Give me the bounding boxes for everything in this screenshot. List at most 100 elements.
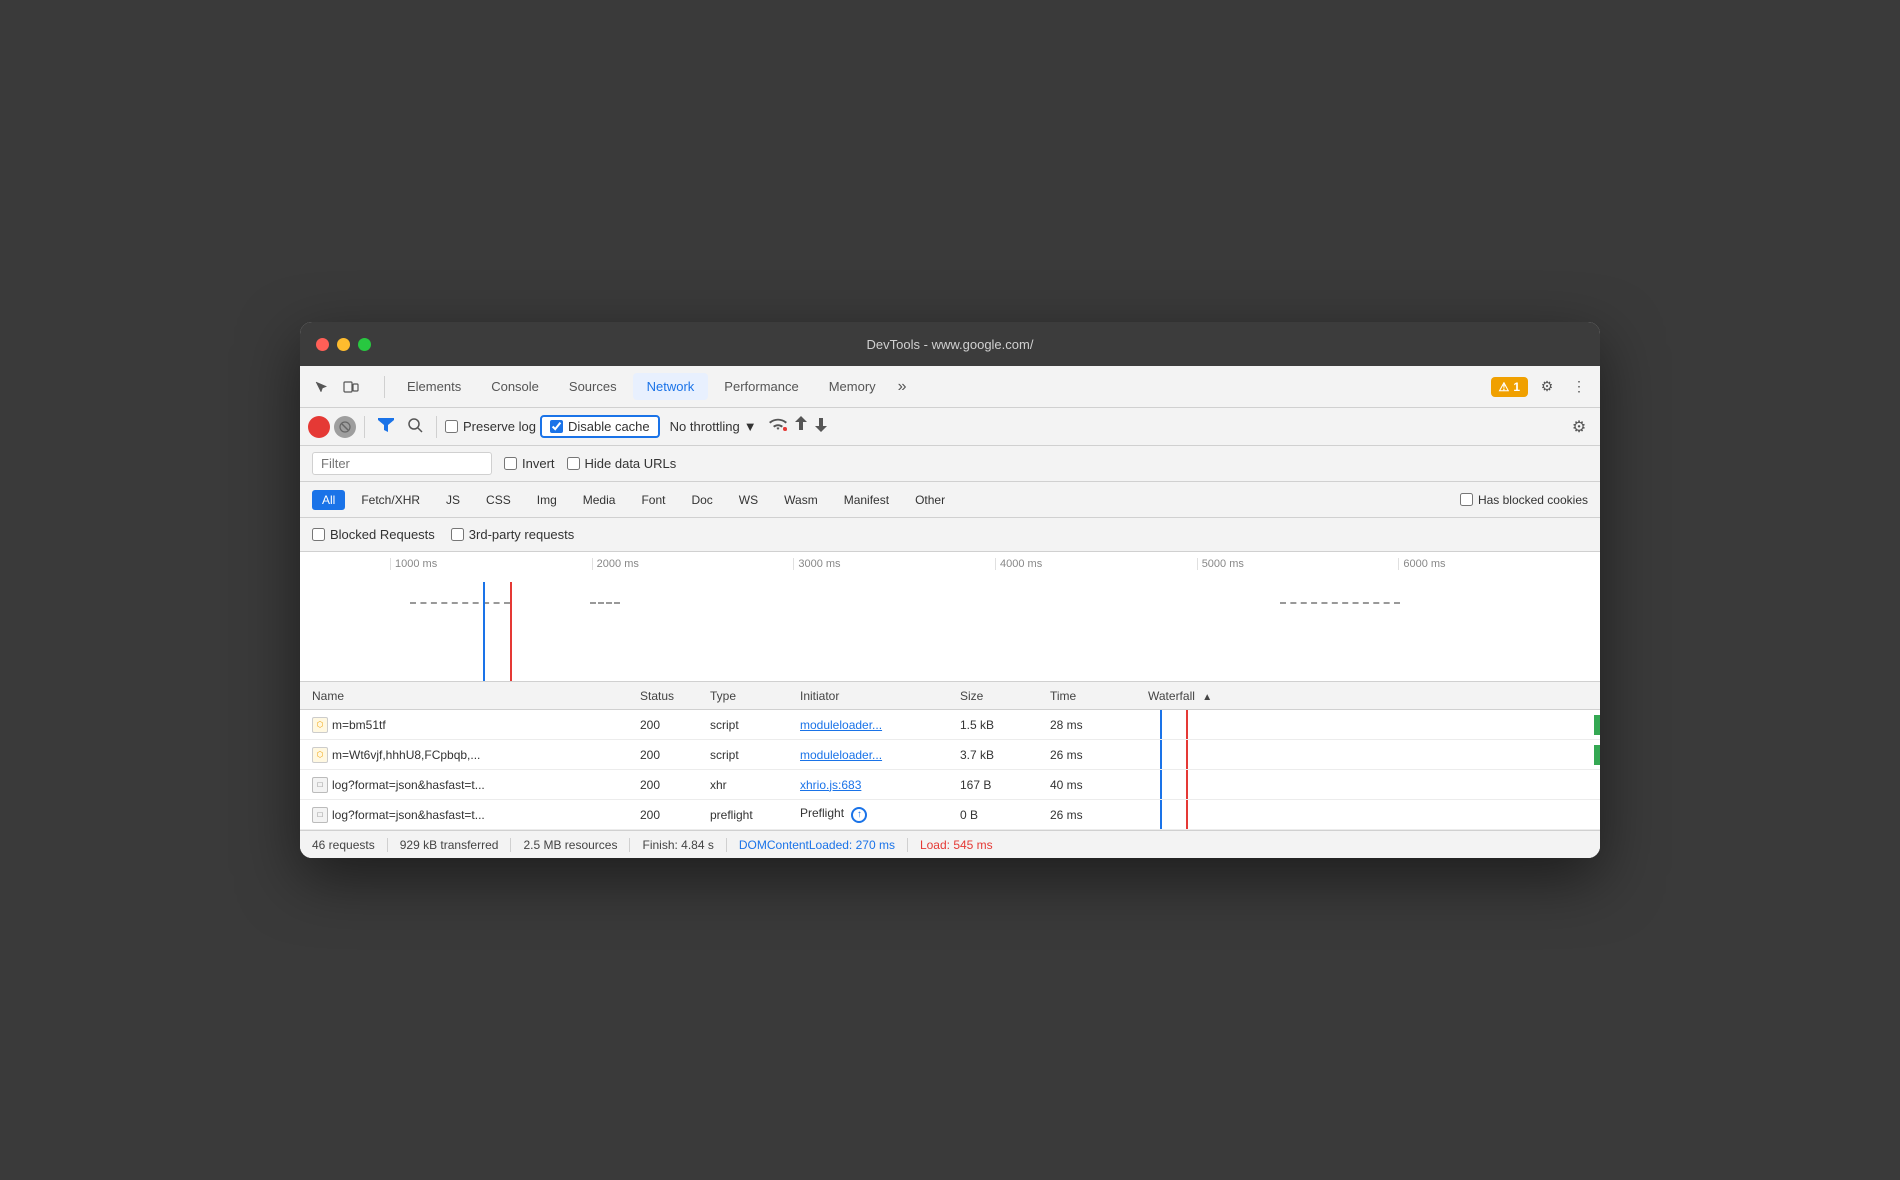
tab-performance[interactable]: Performance (710, 373, 812, 400)
dashed-line-3 (1280, 602, 1400, 604)
row-name-2: ⬡ m=Wt6vjf,hhhU8,FCpbqb,... (300, 747, 640, 763)
sort-arrow-icon: ▲ (1202, 692, 1212, 703)
type-filter-manifest[interactable]: Manifest (834, 490, 899, 510)
wf-bar-1 (1594, 715, 1600, 735)
row-waterfall-3 (1140, 770, 1600, 799)
row-waterfall-1 (1140, 710, 1600, 739)
blocked-requests-checkbox[interactable] (312, 528, 325, 541)
notification-button[interactable]: ⚠ 1 (1491, 377, 1528, 397)
clear-button[interactable] (334, 416, 356, 438)
invert-label[interactable]: Invert (504, 456, 555, 471)
col-header-time[interactable]: Time (1050, 689, 1140, 703)
table-row[interactable]: □ log?format=json&hasfast=t... 200 xhr x… (300, 770, 1600, 800)
type-filter-media[interactable]: Media (573, 490, 626, 510)
row-size-2: 3.7 kB (960, 748, 1050, 762)
status-bar: 46 requests 929 kB transferred 2.5 MB re… (300, 830, 1600, 858)
preserve-log-checkbox[interactable] (445, 420, 458, 433)
load-line (510, 582, 512, 681)
notification-count: 1 (1513, 380, 1520, 394)
status-transferred: 929 kB transferred (388, 838, 512, 852)
type-filter-doc[interactable]: Doc (681, 490, 722, 510)
has-blocked-cookies-checkbox[interactable] (1460, 493, 1473, 506)
tab-icons (308, 374, 364, 400)
has-blocked-cookies[interactable]: Has blocked cookies (1460, 493, 1588, 507)
col-header-waterfall[interactable]: Waterfall ▲ (1140, 689, 1600, 703)
maximize-button[interactable] (358, 338, 371, 351)
status-resources: 2.5 MB resources (511, 838, 630, 852)
preflight-icon: ↑ (851, 807, 867, 823)
row-type-1: script (710, 718, 800, 732)
more-tabs-button[interactable]: » (892, 376, 913, 398)
tab-end-icons: ⚠ 1 ⚙ ⋮ (1491, 374, 1592, 400)
table-row[interactable]: □ log?format=json&hasfast=t... 200 prefl… (300, 800, 1600, 830)
record-button[interactable] (308, 416, 330, 438)
script-icon-2: ⬡ (312, 747, 328, 763)
table-row[interactable]: ⬡ m=bm51tf 200 script moduleloader... 1.… (300, 710, 1600, 740)
col-header-status[interactable]: Status (640, 689, 710, 703)
third-party-label[interactable]: 3rd-party requests (451, 527, 575, 542)
dashed-line-1 (410, 602, 510, 604)
device-toggle-icon[interactable] (338, 374, 364, 400)
minimize-button[interactable] (337, 338, 350, 351)
row-name-4: □ log?format=json&hasfast=t... (300, 807, 640, 823)
third-party-checkbox[interactable] (451, 528, 464, 541)
disable-cache-checkbox[interactable] (550, 420, 563, 433)
wf-red-line-3 (1186, 770, 1188, 799)
type-filter-css[interactable]: CSS (476, 490, 521, 510)
filter-button[interactable] (373, 415, 399, 438)
preserve-log-label[interactable]: Preserve log (445, 419, 536, 434)
tab-memory[interactable]: Memory (815, 373, 890, 400)
close-button[interactable] (316, 338, 329, 351)
blocked-requests-label[interactable]: Blocked Requests (312, 527, 435, 542)
devtools-panel: Elements Console Sources Network Perform… (300, 366, 1600, 858)
tab-divider-1 (384, 376, 385, 398)
more-options-button[interactable]: ⋮ (1566, 374, 1592, 400)
tab-elements[interactable]: Elements (393, 373, 475, 400)
type-filter-js[interactable]: JS (436, 490, 470, 510)
type-filter-wasm[interactable]: Wasm (774, 490, 828, 510)
table-row[interactable]: ⬡ m=Wt6vjf,hhhU8,FCpbqb,... 200 script m… (300, 740, 1600, 770)
upload-icon[interactable] (793, 415, 809, 438)
col-header-name[interactable]: Name (300, 689, 640, 703)
disable-cache-wrapper: Disable cache (540, 415, 660, 438)
disable-cache-label[interactable]: Disable cache (550, 419, 650, 434)
wf-bar-2 (1594, 745, 1600, 765)
network-settings-button[interactable]: ⚙ (1566, 414, 1592, 440)
hide-data-urls-label[interactable]: Hide data URLs (567, 456, 677, 471)
extra-filter-bar: Blocked Requests 3rd-party requests (300, 518, 1600, 552)
row-name-3: □ log?format=json&hasfast=t... (300, 777, 640, 793)
tab-bar: Elements Console Sources Network Perform… (300, 366, 1600, 408)
col-header-size[interactable]: Size (960, 689, 1050, 703)
type-filter-fetch-xhr[interactable]: Fetch/XHR (351, 490, 430, 510)
timeline: 1000 ms 2000 ms 3000 ms 4000 ms 5000 ms … (300, 552, 1600, 682)
row-type-2: script (710, 748, 800, 762)
throttle-select[interactable]: No throttling ▼ (664, 417, 763, 436)
invert-checkbox[interactable] (504, 457, 517, 470)
row-time-1: 28 ms (1050, 718, 1140, 732)
toolbar-divider-1 (364, 416, 365, 438)
cursor-icon[interactable] (308, 374, 334, 400)
type-filter-ws[interactable]: WS (729, 490, 768, 510)
download-icon[interactable] (813, 415, 829, 438)
row-status-1: 200 (640, 718, 710, 732)
row-initiator-2: moduleloader... (800, 748, 960, 762)
tab-network[interactable]: Network (633, 373, 709, 400)
tab-console[interactable]: Console (477, 373, 553, 400)
tick-4000: 4000 ms (995, 558, 1197, 570)
type-filter-other[interactable]: Other (905, 490, 955, 510)
type-filter-font[interactable]: Font (631, 490, 675, 510)
toolbar-divider-2 (436, 416, 437, 438)
row-type-3: xhr (710, 778, 800, 792)
col-header-initiator[interactable]: Initiator (800, 689, 960, 703)
tick-3000: 3000 ms (793, 558, 995, 570)
type-filter-all[interactable]: All (312, 490, 345, 510)
type-filter-img[interactable]: Img (527, 490, 567, 510)
tick-5000: 5000 ms (1197, 558, 1399, 570)
filter-input[interactable] (312, 452, 492, 475)
hide-data-urls-checkbox[interactable] (567, 457, 580, 470)
settings-tab-button[interactable]: ⚙ (1534, 374, 1560, 400)
col-header-type[interactable]: Type (710, 689, 800, 703)
gear-right-icon: ⚙ (1572, 417, 1586, 437)
tab-sources[interactable]: Sources (555, 373, 631, 400)
search-button[interactable] (403, 415, 428, 439)
